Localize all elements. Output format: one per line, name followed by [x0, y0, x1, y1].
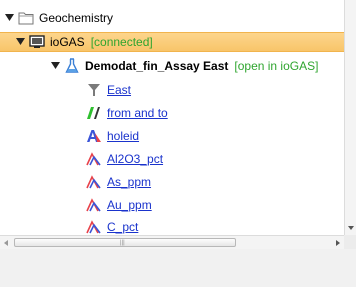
field-link[interactable]: from and to: [107, 106, 168, 120]
expand-toggle-icon[interactable]: [15, 37, 25, 47]
tree-node-label: Geochemistry: [39, 11, 114, 25]
tree-panel: Geochemistry ioGAS [connected] Demodat_f…: [0, 0, 344, 235]
scroll-down-icon[interactable]: [348, 226, 354, 230]
field-link[interactable]: holeid: [107, 129, 139, 143]
funnel-icon: [86, 82, 102, 98]
grip-icon: |||: [120, 240, 125, 246]
folder-icon: [18, 10, 34, 26]
field-link[interactable]: C_pct: [107, 220, 138, 234]
tree-field-from-and-to[interactable]: from and to: [0, 103, 344, 123]
horizontal-scroll-thumb[interactable]: |||: [14, 238, 236, 247]
field-link[interactable]: Au_ppm: [107, 198, 152, 212]
scroll-left-icon[interactable]: [4, 240, 8, 246]
expand-toggle-icon[interactable]: [50, 61, 60, 71]
numeric-field-icon: [86, 174, 102, 190]
dataset-label: Demodat_fin_Assay East: [85, 59, 229, 73]
numeric-field-icon: [86, 151, 102, 167]
vertical-scrollbar[interactable]: [344, 0, 356, 235]
tree-field-as-ppm[interactable]: As_ppm: [0, 172, 344, 192]
interval-icon: [86, 105, 102, 121]
tree-node-geochemistry[interactable]: Geochemistry: [0, 8, 344, 28]
tree-node-label: ioGAS: [50, 35, 85, 49]
dataset-status: [open in ioGAS]: [234, 59, 319, 73]
field-link[interactable]: Al2O3_pct: [107, 152, 163, 166]
tree-field-au-ppm[interactable]: Au_ppm: [0, 195, 344, 215]
horizontal-scrollbar[interactable]: |||: [0, 235, 344, 249]
monitor-icon: [29, 34, 45, 50]
connection-status: [connected]: [90, 35, 153, 49]
tree-field-holeid[interactable]: holeid: [0, 126, 344, 146]
field-link[interactable]: As_ppm: [107, 175, 151, 189]
tree-field-c-pct[interactable]: C_pct: [0, 217, 344, 235]
tree-field-al2o3-pct[interactable]: Al2O3_pct: [0, 149, 344, 169]
scroll-right-icon[interactable]: [336, 240, 340, 246]
flask-icon: [64, 58, 80, 74]
tree-node-iogas[interactable]: ioGAS [connected]: [0, 32, 344, 52]
numeric-field-icon: [86, 219, 102, 235]
field-link[interactable]: East: [107, 83, 131, 97]
bottom-panel: [0, 249, 356, 287]
numeric-field-icon: [86, 197, 102, 213]
text-field-icon: [86, 128, 102, 144]
expand-toggle-icon[interactable]: [4, 13, 14, 23]
tree-field-east[interactable]: East: [0, 80, 344, 100]
scrollbar-corner: [344, 235, 356, 249]
tree-node-dataset[interactable]: Demodat_fin_Assay East [open in ioGAS]: [0, 56, 344, 76]
